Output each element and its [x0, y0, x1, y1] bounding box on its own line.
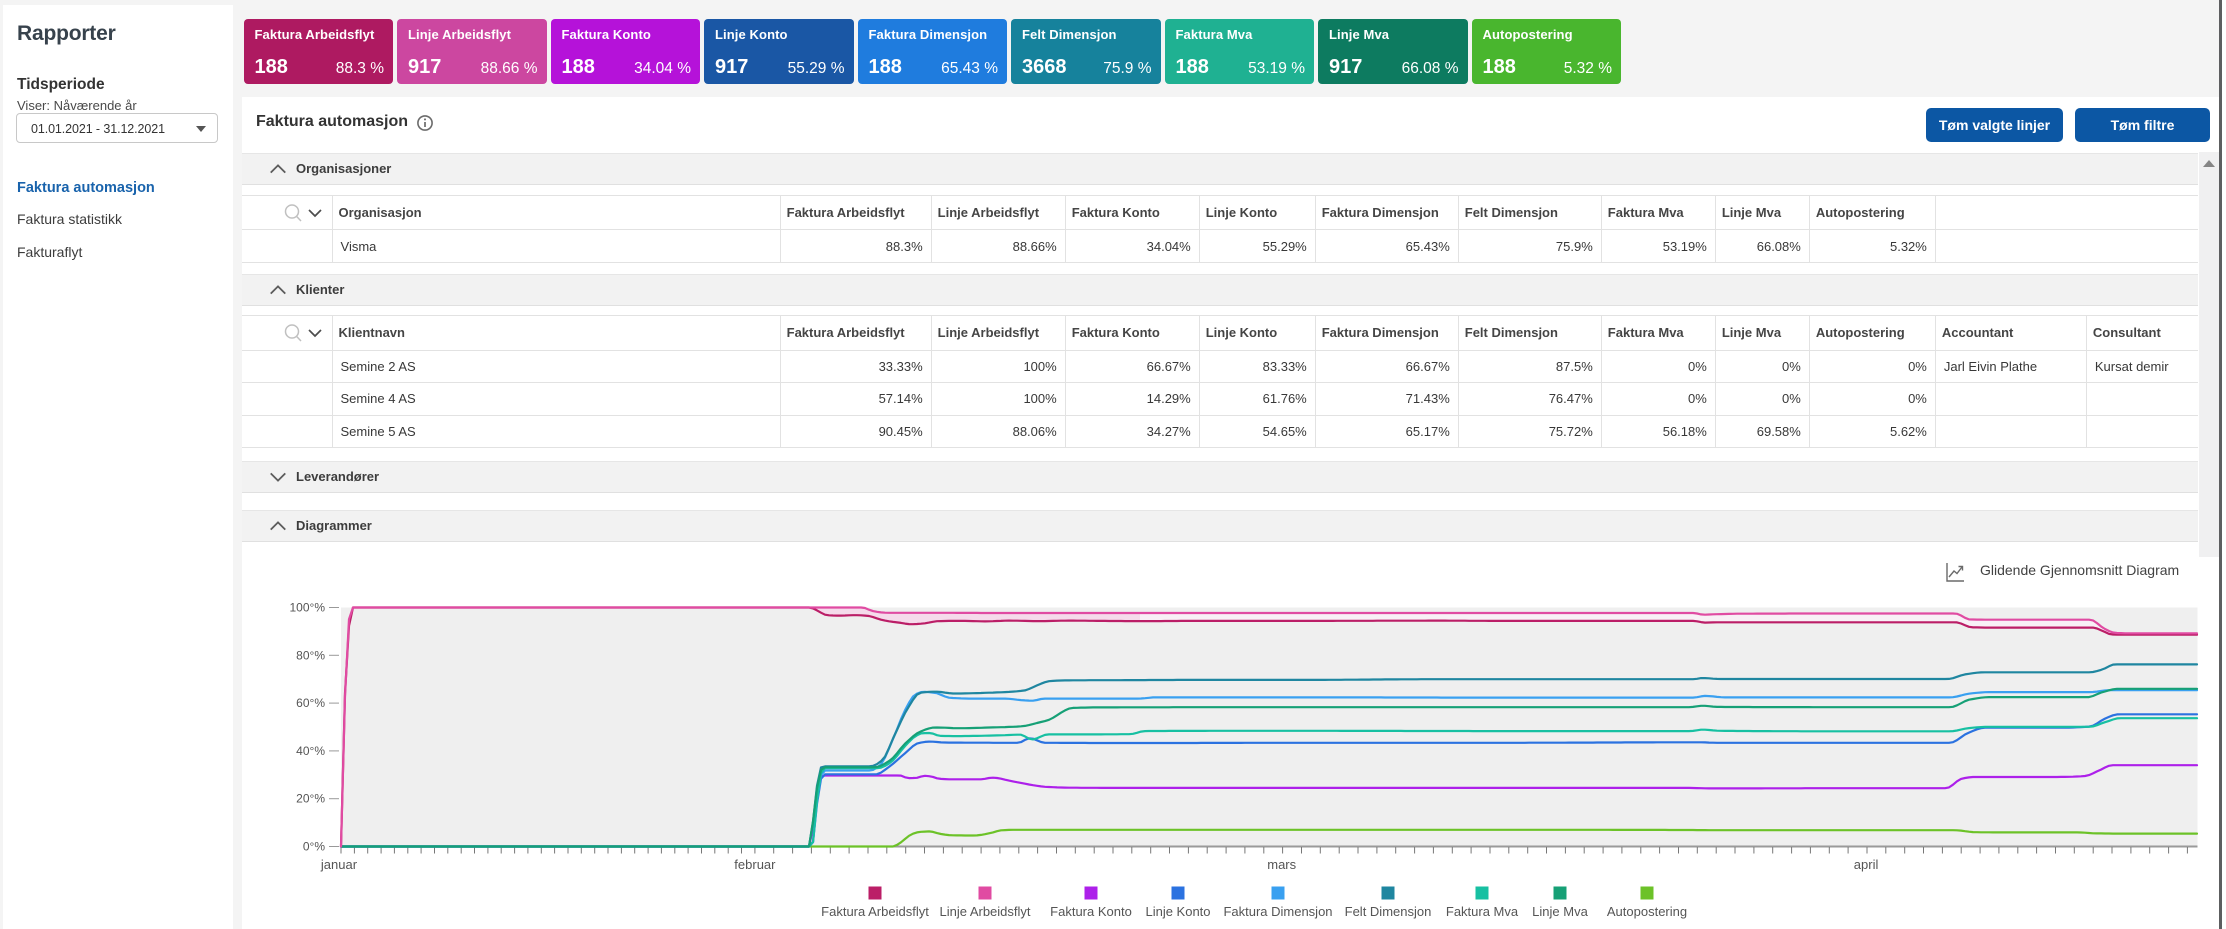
svg-text:februar: februar: [734, 857, 776, 872]
svg-text:100°%: 100°%: [290, 601, 326, 615]
svg-text:Faktura Dimensjon: Faktura Dimensjon: [1223, 904, 1332, 919]
svg-text:Faktura Mva: Faktura Mva: [1446, 904, 1519, 919]
svg-text:Autopostering: Autopostering: [1607, 904, 1687, 919]
svg-text:60°%: 60°%: [296, 696, 325, 710]
svg-text:Linje Konto: Linje Konto: [1145, 904, 1210, 919]
svg-text:januar: januar: [320, 857, 358, 872]
svg-text:80°%: 80°%: [296, 648, 325, 662]
svg-text:20°%: 20°%: [296, 792, 325, 806]
svg-text:mars: mars: [1267, 857, 1296, 872]
svg-text:40°%: 40°%: [296, 744, 325, 758]
svg-text:Faktura Arbeidsflyt: Faktura Arbeidsflyt: [821, 904, 929, 919]
svg-text:april: april: [1854, 857, 1879, 872]
svg-text:0°%: 0°%: [303, 840, 325, 854]
svg-text:Faktura Konto: Faktura Konto: [1050, 904, 1132, 919]
svg-text:Felt Dimensjon: Felt Dimensjon: [1345, 904, 1432, 919]
svg-text:Linje Mva: Linje Mva: [1532, 904, 1588, 919]
svg-text:Linje Arbeidsflyt: Linje Arbeidsflyt: [939, 904, 1030, 919]
